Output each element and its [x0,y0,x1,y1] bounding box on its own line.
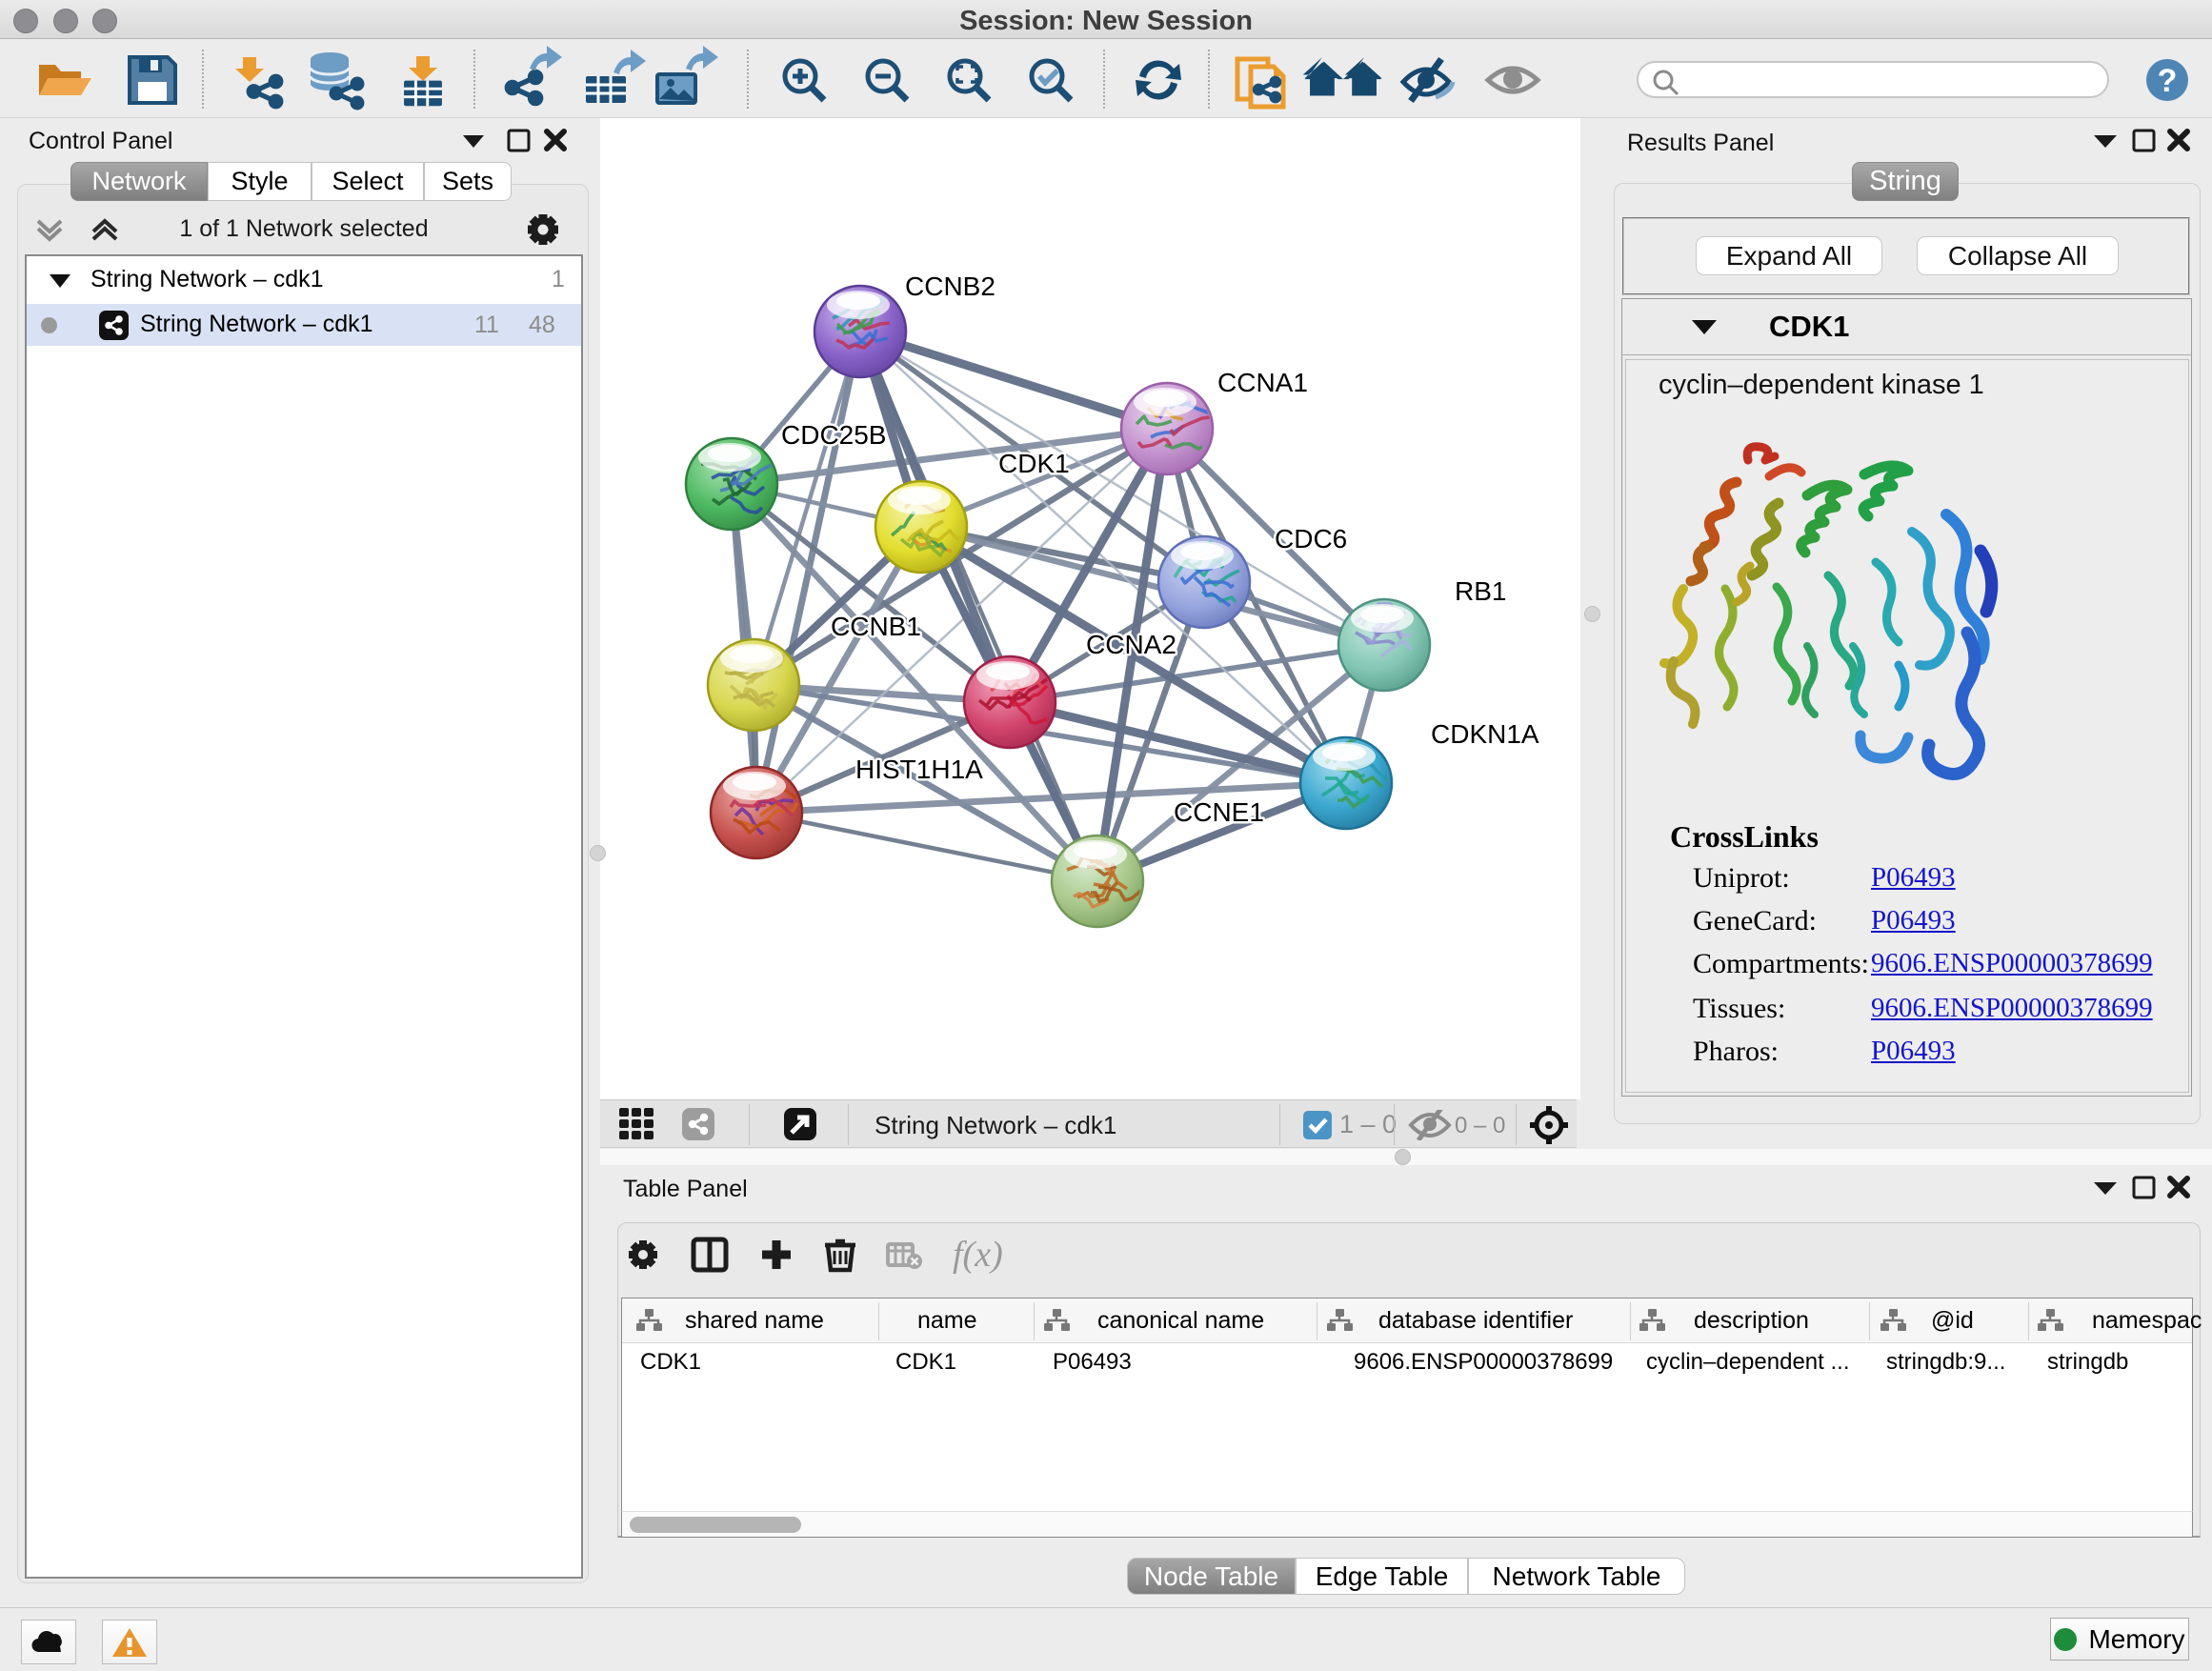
svg-text:CDKN1A: CDKN1A [1431,719,1539,749]
svg-text:CDC25B: CDC25B [781,420,886,450]
svg-text:RB1: RB1 [1455,576,1506,606]
svg-text:HIST1H1A: HIST1H1A [855,755,983,784]
svg-text:f(x): f(x) [953,1235,1003,1275]
svg-text:CCNE1: CCNE1 [1174,797,1264,827]
svg-text:CDK1: CDK1 [998,449,1070,478]
svg-text:CDC6: CDC6 [1275,524,1347,554]
svg-text:CCNB1: CCNB1 [831,612,921,641]
svg-text:CCNA2: CCNA2 [1086,630,1176,659]
svg-text:CCNB2: CCNB2 [905,272,995,301]
svg-text:?: ? [2158,63,2178,99]
svg-text:CCNA1: CCNA1 [1217,368,1308,397]
